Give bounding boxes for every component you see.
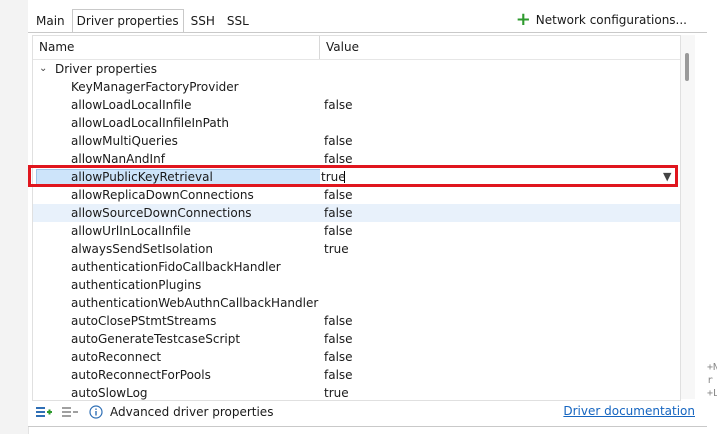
property-value[interactable]: false bbox=[324, 366, 353, 384]
table-row[interactable]: autoGenerateTestcaseScript false bbox=[33, 330, 680, 348]
property-name: autoReconnectForPools bbox=[71, 368, 211, 382]
scroll-thumb[interactable] bbox=[685, 53, 689, 81]
left-gutter bbox=[0, 0, 29, 434]
table-row[interactable]: autoReconnect false bbox=[33, 348, 680, 366]
tab-main[interactable]: Main bbox=[31, 9, 70, 33]
table-row[interactable]: autoReconnectForPools false bbox=[33, 366, 680, 384]
property-name: autoReconnect bbox=[71, 350, 162, 364]
remove-property-icon[interactable] bbox=[60, 402, 80, 422]
table-row[interactable]: KeyManagerFactoryProvider bbox=[33, 78, 680, 96]
property-value[interactable]: false bbox=[324, 330, 353, 348]
table-row-hovered[interactable]: allowSourceDownConnections false bbox=[33, 204, 680, 222]
chevron-down-icon[interactable]: ⌄ bbox=[39, 60, 47, 78]
property-name: allowMultiQueries bbox=[71, 134, 178, 148]
network-configurations-label: Network configurations... bbox=[535, 13, 687, 27]
group-label: Driver properties bbox=[55, 62, 157, 76]
bottom-divider bbox=[28, 426, 717, 427]
advanced-driver-properties-label: Advanced driver properties bbox=[110, 405, 274, 419]
connection-settings-panel: Main Driver properties SSH SSL + Network… bbox=[28, 0, 707, 426]
property-name: autoClosePStmtStreams bbox=[71, 314, 217, 328]
property-name: allowSourceDownConnections bbox=[71, 206, 252, 220]
property-name: autoGenerateTestcaseScript bbox=[71, 332, 241, 346]
table-body: ⌄ Driver properties KeyManagerFactoryPro… bbox=[33, 60, 680, 400]
add-property-icon[interactable] bbox=[34, 402, 54, 422]
table-row[interactable]: allowUrlInLocalInfile false bbox=[33, 222, 680, 240]
table-row[interactable]: allowMultiQueries false bbox=[33, 132, 680, 150]
tab-driver-properties[interactable]: Driver properties bbox=[71, 9, 184, 33]
table-row[interactable]: autoClosePStmtStreams false bbox=[33, 312, 680, 330]
property-name: autoSlowLog bbox=[71, 386, 148, 400]
table-row[interactable]: allowReplicaDownConnections false bbox=[33, 186, 680, 204]
driver-documentation-link[interactable]: Driver documentation bbox=[563, 404, 695, 418]
property-name: KeyManagerFactoryProvider bbox=[71, 80, 239, 94]
property-value[interactable]: false bbox=[324, 96, 353, 114]
tab-ssl[interactable]: SSL bbox=[222, 9, 254, 33]
property-name: authenticationWebAuthnCallbackHandler bbox=[71, 296, 319, 310]
table-header: Name Value bbox=[33, 36, 680, 60]
property-name: allowLoadLocalInfileInPath bbox=[71, 116, 229, 130]
text-cursor bbox=[344, 171, 345, 183]
property-value[interactable]: true bbox=[324, 240, 349, 258]
property-value[interactable]: false bbox=[324, 150, 353, 168]
table-footer: Advanced driver properties Driver docume… bbox=[28, 400, 707, 424]
edge-text-fragment: +L bbox=[707, 388, 717, 399]
info-icon bbox=[86, 402, 106, 422]
network-configurations-button[interactable]: + Network configurations... bbox=[516, 11, 687, 29]
property-name: alwaysSendSetIsolation bbox=[71, 242, 213, 256]
plus-icon: + bbox=[515, 9, 531, 30]
right-edge-strip: +N r +L bbox=[707, 0, 717, 434]
table-row[interactable]: authenticationWebAuthnCallbackHandler bbox=[33, 294, 680, 312]
column-header-name[interactable]: Name bbox=[33, 36, 320, 59]
property-name: allowLoadLocalInfile bbox=[71, 98, 192, 112]
tab-bar: Main Driver properties SSH SSL + Network… bbox=[28, 0, 707, 34]
property-value[interactable]: false bbox=[324, 204, 353, 222]
property-value-input[interactable]: true bbox=[321, 168, 346, 186]
edge-text-fragment: +N bbox=[707, 362, 717, 373]
value-editor[interactable] bbox=[320, 168, 678, 186]
property-value[interactable]: true bbox=[324, 384, 349, 400]
table-row[interactable]: allowNanAndInf false bbox=[33, 150, 680, 168]
window-root: Main Driver properties SSH SSL + Network… bbox=[0, 0, 717, 434]
column-header-value[interactable]: Value bbox=[320, 36, 626, 59]
property-name: allowNanAndInf bbox=[71, 152, 165, 166]
tab-ssh[interactable]: SSH bbox=[186, 9, 220, 33]
table-row[interactable]: alwaysSendSetIsolation true bbox=[33, 240, 680, 258]
property-value[interactable]: false bbox=[324, 312, 353, 330]
edge-text-fragment: r bbox=[707, 375, 714, 386]
driver-properties-table: Name Value ⌄ Driver properties KeyManage… bbox=[32, 35, 681, 401]
table-row[interactable]: autoSlowLog true bbox=[33, 384, 680, 400]
table-row[interactable]: allowLoadLocalInfileInPath bbox=[33, 114, 680, 132]
table-row[interactable]: authenticationPlugins bbox=[33, 276, 680, 294]
dropdown-arrow-icon[interactable]: ▼ bbox=[663, 168, 671, 186]
property-name: allowPublicKeyRetrieval bbox=[71, 170, 213, 184]
vertical-scrollbar[interactable] bbox=[681, 35, 695, 399]
property-value[interactable]: false bbox=[324, 222, 353, 240]
table-row-editing[interactable]: allowPublicKeyRetrieval true ▼ bbox=[33, 168, 680, 187]
group-row-driver-properties[interactable]: ⌄ Driver properties bbox=[33, 60, 680, 78]
table-row[interactable]: allowLoadLocalInfile false bbox=[33, 96, 680, 114]
tab-bar-divider bbox=[28, 32, 707, 33]
property-value[interactable]: false bbox=[324, 186, 353, 204]
property-name: authenticationFidoCallbackHandler bbox=[71, 260, 281, 274]
property-value[interactable]: false bbox=[324, 348, 353, 366]
property-name: allowReplicaDownConnections bbox=[71, 188, 254, 202]
property-name: allowUrlInLocalInfile bbox=[71, 224, 191, 238]
property-value[interactable]: false bbox=[324, 132, 353, 150]
property-name: authenticationPlugins bbox=[71, 278, 202, 292]
table-row[interactable]: authenticationFidoCallbackHandler bbox=[33, 258, 680, 276]
